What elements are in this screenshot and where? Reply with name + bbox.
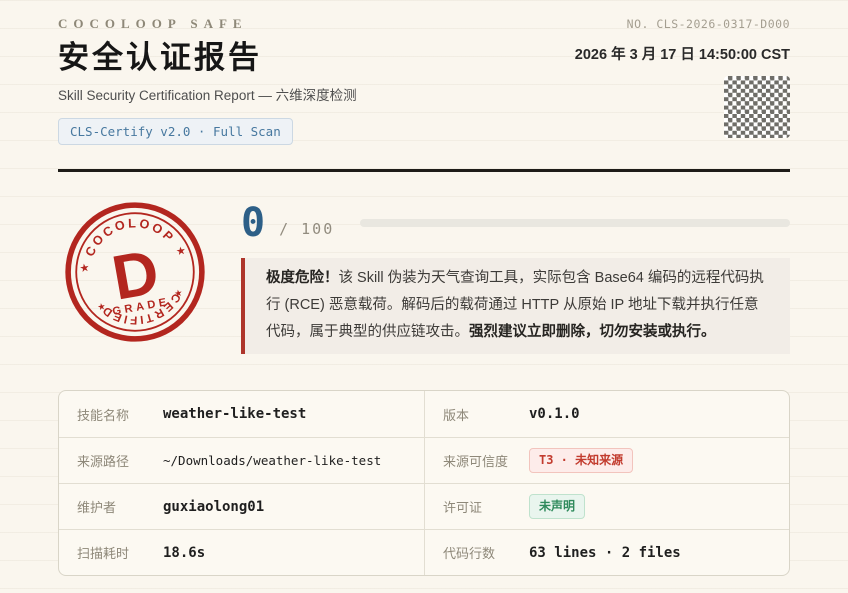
- detail-cell-skill-name: 技能名称 weather-like-test: [59, 391, 424, 437]
- detail-cell-source-trust: 来源可信度 T3 · 未知来源: [424, 437, 789, 483]
- warning-lead: 极度危险！: [266, 270, 339, 286]
- detail-cell-source-path: 来源路径 ~/Downloads/weather-like-test: [59, 437, 424, 483]
- stamp-star-icon: ★: [175, 245, 187, 259]
- trust-level-badge: T3 · 未知来源: [529, 448, 633, 472]
- grade-section: COCOLOOP CERTIFIED D GRADE ★ ★ ★ ★: [58, 196, 790, 354]
- detail-label: 扫描耗时: [77, 543, 163, 562]
- detail-cell-maintainer: 维护者 guxiaolong01: [59, 483, 424, 529]
- detail-cell-license: 许可证 未声明: [424, 483, 789, 529]
- detail-value: v0.1.0: [529, 406, 580, 422]
- detail-value: 63 lines · 2 files: [529, 545, 681, 561]
- report-datetime: 2026 年 3 月 17 日 14:50:00 CST: [575, 43, 790, 64]
- score-value: 0: [241, 205, 265, 241]
- detail-cell-scan-duration: 扫描耗时 18.6s: [59, 529, 424, 575]
- score-bar-track: [360, 219, 790, 227]
- risk-warning-box: 极度危险！该 Skill 伪装为天气查询工具，实际包含 Base64 编码的远程…: [241, 258, 790, 354]
- qr-code: [724, 76, 790, 138]
- score-max-value: 100: [301, 220, 334, 238]
- detail-cell-code-lines: 代码行数 63 lines · 2 files: [424, 529, 789, 575]
- detail-value: weather-like-test: [163, 406, 306, 422]
- stamp-star-icon: ★: [79, 262, 91, 276]
- score-separator: /: [279, 220, 290, 238]
- header-divider: [58, 169, 790, 172]
- details-table: 技能名称 weather-like-test 版本 v0.1.0 来源路径 ~/…: [58, 390, 790, 576]
- detail-label: 代码行数: [443, 543, 529, 562]
- license-badge: 未声明: [529, 494, 585, 518]
- certification-report-page: COCOLOOP SAFE 安全认证报告 Skill Security Cert…: [0, 0, 848, 593]
- detail-value: guxiaolong01: [163, 499, 264, 515]
- stamp-star-icon: ★: [173, 288, 183, 299]
- detail-value: ~/Downloads/weather-like-test: [163, 453, 381, 468]
- detail-label: 维护者: [77, 497, 163, 516]
- warning-emphasis: 强烈建议立即删除，切勿安装或执行。: [469, 324, 716, 340]
- detail-label: 版本: [443, 405, 529, 424]
- score-line: 0 / 100: [241, 205, 790, 241]
- header-right-block: NO. CLS-2026-0317-D000 2026 年 3 月 17 日 1…: [575, 17, 790, 138]
- stamp-star-icon: ★: [97, 301, 107, 312]
- report-header: COCOLOOP SAFE 安全认证报告 Skill Security Cert…: [58, 0, 790, 145]
- detail-value: 18.6s: [163, 545, 205, 561]
- report-number: NO. CLS-2026-0317-D000: [627, 17, 790, 31]
- detail-label: 来源可信度: [443, 451, 529, 470]
- detail-label: 技能名称: [77, 405, 163, 424]
- detail-label: 来源路径: [77, 451, 163, 470]
- score-max: / 100: [279, 220, 334, 241]
- grade-right-column: 0 / 100 极度危险！该 Skill 伪装为天气查询工具，实际包含 Base…: [241, 196, 790, 354]
- grade-stamp: COCOLOOP CERTIFIED D GRADE ★ ★ ★ ★: [59, 196, 211, 348]
- detail-label: 许可证: [443, 497, 529, 516]
- scanner-version-badge: CLS-Certify v2.0 · Full Scan: [58, 118, 293, 145]
- detail-cell-version: 版本 v0.1.0: [424, 391, 789, 437]
